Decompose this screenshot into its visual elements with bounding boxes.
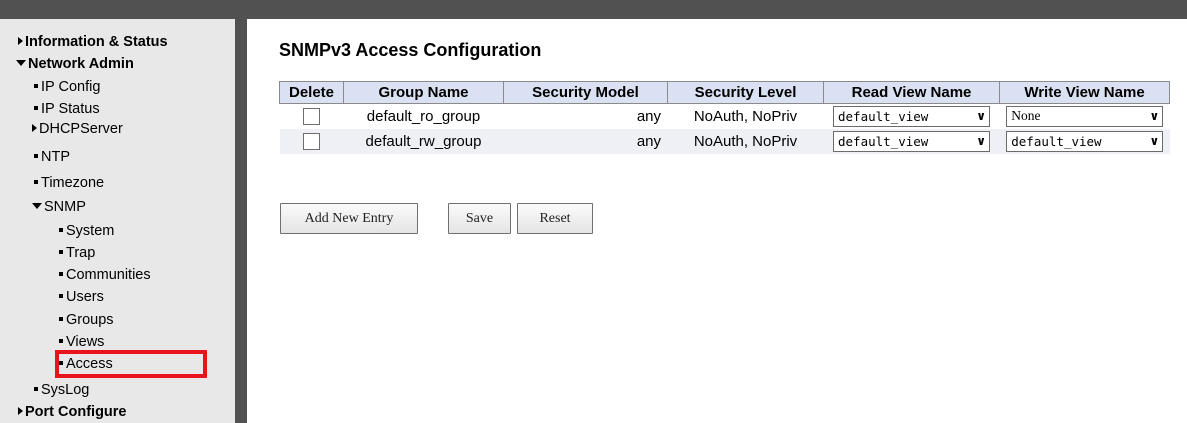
bullet-icon xyxy=(34,387,38,391)
add-new-entry-button[interactable]: Add New Entry xyxy=(280,203,418,234)
security-model-cell: any xyxy=(503,103,668,129)
sidebar-item-information-status[interactable]: Information & Status xyxy=(18,34,168,51)
collapse-arrow-icon xyxy=(16,60,26,66)
bullet-icon xyxy=(59,228,63,232)
column-header-security-level: Security Level xyxy=(667,81,824,104)
chevron-down-icon: ∨ xyxy=(1149,109,1160,124)
sidebar-item-timezone[interactable]: Timezone xyxy=(34,175,104,192)
group-name-cell: default_ro_group xyxy=(343,103,504,129)
sidebar-item-views[interactable]: Views xyxy=(59,334,104,351)
sidebar-item-users[interactable]: Users xyxy=(59,289,104,306)
sidebar-item-port-configure[interactable]: Port Configure xyxy=(18,404,127,421)
table-header-row: Delete Group Name Security Model Securit… xyxy=(279,81,1170,104)
page-title: SNMPv3 Access Configuration xyxy=(279,40,542,60)
read-view-select[interactable]: default_view ∨ xyxy=(833,105,990,127)
column-header-security-model: Security Model xyxy=(503,81,668,104)
sidebar-item-snmp[interactable]: SNMP xyxy=(32,199,86,216)
sidebar-item-communities[interactable]: Communities xyxy=(59,267,151,284)
access-highlight-box xyxy=(55,350,207,378)
access-table: Delete Group Name Security Model Securit… xyxy=(279,81,1170,154)
bullet-icon xyxy=(34,154,38,158)
security-level-cell: NoAuth, NoPriv xyxy=(667,128,824,154)
bullet-icon xyxy=(34,180,38,184)
collapse-arrow-icon xyxy=(32,203,42,209)
write-view-select[interactable]: default_view ∨ xyxy=(1006,130,1164,152)
sidebar-item-ip-config[interactable]: IP Config xyxy=(34,79,100,96)
write-view-select[interactable]: None ∨ xyxy=(1006,105,1164,127)
column-header-group-name: Group Name xyxy=(343,81,504,104)
bullet-icon xyxy=(59,294,63,298)
chevron-down-icon: ∨ xyxy=(976,134,986,148)
sidebar-item-ntp[interactable]: NTP xyxy=(34,149,70,166)
delete-checkbox[interactable] xyxy=(303,108,320,126)
read-view-select[interactable]: default_view ∨ xyxy=(833,130,990,152)
column-header-write-view-name: Write View Name xyxy=(999,81,1170,104)
sidebar-item-trap[interactable]: Trap xyxy=(59,245,95,262)
bullet-icon xyxy=(59,317,63,321)
expand-arrow-icon xyxy=(18,407,23,415)
security-model-cell: any xyxy=(503,128,668,154)
chevron-down-icon: ∨ xyxy=(976,109,986,124)
sidebar-item-ip-status[interactable]: IP Status xyxy=(34,101,100,118)
expand-arrow-icon xyxy=(32,124,37,132)
table-row: default_ro_group any NoAuth, NoPriv defa… xyxy=(279,103,1170,129)
delete-checkbox[interactable] xyxy=(303,132,320,150)
top-bar xyxy=(0,0,1187,19)
sidebar-item-system[interactable]: System xyxy=(59,223,114,240)
main-content: SNMPv3 Access Configuration Delete Group… xyxy=(259,19,1187,423)
security-level-cell: NoAuth, NoPriv xyxy=(667,103,824,129)
sidebar-item-dhcpserver[interactable]: DHCPServer xyxy=(32,121,123,138)
bullet-icon xyxy=(59,272,63,276)
save-button[interactable]: Save xyxy=(448,203,511,234)
column-header-delete: Delete xyxy=(279,81,344,104)
expand-arrow-icon xyxy=(18,37,23,45)
sidebar-item-network-admin[interactable]: Network Admin xyxy=(16,56,134,73)
bullet-icon xyxy=(34,84,38,88)
bullet-icon xyxy=(59,250,63,254)
sidebar-item-groups[interactable]: Groups xyxy=(59,312,114,329)
chevron-down-icon: ∨ xyxy=(1149,134,1160,148)
reset-button[interactable]: Reset xyxy=(517,203,593,234)
table-row: default_rw_group any NoAuth, NoPriv defa… xyxy=(279,128,1170,154)
bullet-icon xyxy=(59,339,63,343)
sidebar-item-syslog[interactable]: SysLog xyxy=(34,382,89,399)
column-header-read-view-name: Read View Name xyxy=(823,81,1000,104)
group-name-cell: default_rw_group xyxy=(343,128,504,154)
bullet-icon xyxy=(34,106,38,110)
